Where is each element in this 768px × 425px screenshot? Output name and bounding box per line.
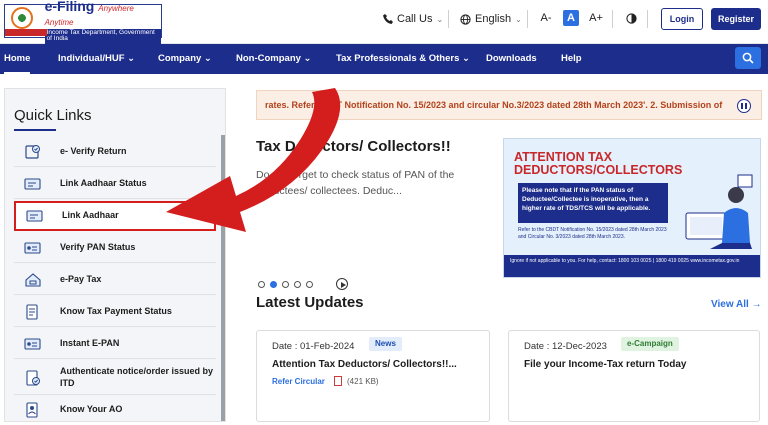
emblem-icon bbox=[5, 5, 47, 37]
register-button[interactable]: Register bbox=[711, 8, 761, 30]
carousel-dot[interactable] bbox=[270, 281, 277, 288]
carousel-dot[interactable] bbox=[294, 281, 301, 288]
login-button[interactable]: Login bbox=[661, 8, 703, 30]
news-ticker: rates. Refer CBDT Notification No. 15/20… bbox=[256, 90, 762, 120]
nav-help[interactable]: Help bbox=[561, 44, 582, 74]
logo-subtitle: Income Tax Department, Government of Ind… bbox=[44, 28, 161, 44]
quick-link-label: Instant E-PAN bbox=[60, 337, 120, 348]
quick-link-know-your-ao[interactable]: Know Your AO bbox=[14, 395, 216, 425]
ticker-text: rates. Refer CBDT Notification No. 15/20… bbox=[265, 100, 723, 110]
link-aadhaar-icon bbox=[26, 208, 44, 224]
update-card[interactable]: Date : 01-Feb-2024 News Attention Tax De… bbox=[256, 330, 490, 422]
banner-notice-text: Please note that if the PAN status of De… bbox=[518, 183, 668, 223]
globe-icon bbox=[460, 13, 471, 25]
refer-circular-link[interactable]: Refer Circular bbox=[272, 377, 325, 386]
font-normal-button[interactable]: A bbox=[563, 10, 579, 26]
update-tag: News bbox=[369, 337, 402, 351]
banner-reference-text: Refer to the CBDT Notification No. 15/20… bbox=[518, 227, 667, 240]
carousel-play-button[interactable] bbox=[336, 278, 348, 290]
quick-link-e-pay-tax[interactable]: e-Pay Tax bbox=[14, 265, 216, 295]
contrast-toggle[interactable] bbox=[623, 10, 639, 26]
quick-link-label: e-Pay Tax bbox=[60, 273, 102, 284]
quick-link-verify-pan-status[interactable]: Verify PAN Status bbox=[14, 233, 216, 263]
font-increase-button[interactable]: A+ bbox=[588, 10, 604, 26]
search-button[interactable] bbox=[735, 47, 761, 69]
divider bbox=[448, 10, 449, 28]
contrast-icon bbox=[625, 12, 637, 24]
tax-payment-status-icon bbox=[24, 303, 42, 320]
language-select[interactable]: English ⌄ bbox=[460, 10, 522, 28]
title-underline bbox=[14, 129, 56, 131]
update-date: Date : 01-Feb-2024 bbox=[272, 341, 355, 352]
nav-tax-professionals[interactable]: Tax Professionals & Others ⌄ bbox=[336, 44, 470, 74]
call-us-link[interactable]: Call Us ⌄ bbox=[383, 10, 443, 28]
top-bar: e-Filing Anywhere Anytime Income Tax Dep… bbox=[0, 0, 768, 44]
efiling-logo[interactable]: e-Filing Anywhere Anytime Income Tax Dep… bbox=[4, 0, 162, 44]
quick-link-label: Know Your AO bbox=[60, 404, 123, 415]
language-label: English bbox=[475, 13, 512, 25]
phone-icon bbox=[383, 14, 393, 24]
pause-icon bbox=[741, 103, 743, 109]
banner-heading: ATTENTION TAX DEDUCTORS/COLLECTORS bbox=[514, 150, 683, 178]
quick-links-scrollbar[interactable] bbox=[221, 135, 225, 421]
quick-links-title: Quick Links bbox=[14, 107, 92, 124]
call-us-label: Call Us bbox=[397, 13, 433, 25]
chevron-down-icon: ⌄ bbox=[515, 14, 522, 24]
font-decrease-button[interactable]: A- bbox=[538, 10, 554, 26]
quick-link-label: e- Verify Return bbox=[60, 145, 127, 156]
nav-non-company[interactable]: Non-Company ⌄ bbox=[236, 44, 312, 74]
pan-status-icon bbox=[24, 240, 42, 256]
person-with-laptop-illustration bbox=[685, 174, 753, 249]
view-all-link[interactable]: View All → bbox=[711, 299, 762, 310]
nav-downloads[interactable]: Downloads bbox=[486, 44, 537, 74]
nav-home[interactable]: Home bbox=[4, 44, 31, 74]
quick-link-label: Link Aadhaar Status bbox=[60, 177, 147, 188]
quick-link-authenticate-notice[interactable]: Authenticate notice/order issued by ITD bbox=[14, 361, 216, 395]
know-ao-icon bbox=[24, 402, 42, 418]
quick-link-link-aadhaar-status[interactable]: Link Aadhaar Status bbox=[14, 169, 216, 199]
quick-link-label: Verify PAN Status bbox=[60, 241, 136, 252]
banner-footer-text: Ignore if not applicable to you. For hel… bbox=[504, 255, 760, 277]
instant-epan-icon bbox=[24, 336, 42, 352]
pdf-icon bbox=[334, 376, 342, 386]
update-date: Date : 12-Dec-2023 bbox=[524, 341, 607, 352]
verify-return-icon bbox=[24, 144, 42, 160]
logo-title: e-Filing bbox=[44, 0, 95, 14]
carousel-dot[interactable] bbox=[282, 281, 289, 288]
chevron-down-icon: ⌄ bbox=[436, 14, 444, 24]
carousel-dot[interactable] bbox=[306, 281, 313, 288]
update-title[interactable]: File your Income-Tax return Today bbox=[524, 359, 686, 370]
quick-link-instant-e-pan[interactable]: Instant E-PAN bbox=[14, 329, 216, 359]
carousel-dots bbox=[258, 281, 313, 288]
search-icon bbox=[742, 52, 754, 64]
carousel-description: Do not forget to check status of PAN of … bbox=[256, 169, 455, 197]
divider bbox=[527, 10, 528, 28]
divider bbox=[612, 10, 613, 28]
quick-link-label: Know Tax Payment Status bbox=[60, 305, 172, 316]
quick-link-e-verify-return[interactable]: e- Verify Return bbox=[14, 137, 216, 167]
file-size: (421 KB) bbox=[347, 377, 379, 386]
carousel-dot[interactable] bbox=[258, 281, 265, 288]
carousel-banner-image[interactable]: ATTENTION TAX DEDUCTORS/COLLECTORS Pleas… bbox=[503, 138, 761, 278]
update-tag: e-Campaign bbox=[621, 337, 679, 351]
authenticate-notice-icon bbox=[24, 369, 42, 386]
ticker-pause-button[interactable] bbox=[737, 99, 751, 113]
quick-links-panel: Quick Links e- Verify Return Link Aadhaa… bbox=[4, 88, 226, 422]
nav-company[interactable]: Company ⌄ bbox=[158, 44, 212, 74]
main-nav: Home Individual/HUF ⌄ Company ⌄ Non-Comp… bbox=[0, 44, 768, 74]
update-title[interactable]: Attention Tax Deductors/ Collectors!!... bbox=[272, 359, 457, 370]
nav-individual-huf[interactable]: Individual/HUF ⌄ bbox=[58, 44, 135, 74]
quick-link-know-tax-payment-status[interactable]: Know Tax Payment Status bbox=[14, 297, 216, 327]
carousel-title: Tax Deductors/ Collectors!! bbox=[256, 138, 451, 155]
update-card[interactable]: Date : 12-Dec-2023 e-Campaign File your … bbox=[508, 330, 760, 422]
epay-tax-icon bbox=[24, 272, 42, 288]
quick-link-link-aadhaar[interactable]: Link Aadhaar bbox=[14, 201, 216, 231]
aadhaar-status-icon bbox=[24, 176, 42, 192]
latest-updates-title: Latest Updates bbox=[256, 294, 364, 311]
divider bbox=[647, 10, 648, 28]
quick-link-label: Authenticate notice/order issued by ITD bbox=[60, 365, 214, 388]
quick-link-label: Link Aadhaar bbox=[62, 210, 119, 221]
